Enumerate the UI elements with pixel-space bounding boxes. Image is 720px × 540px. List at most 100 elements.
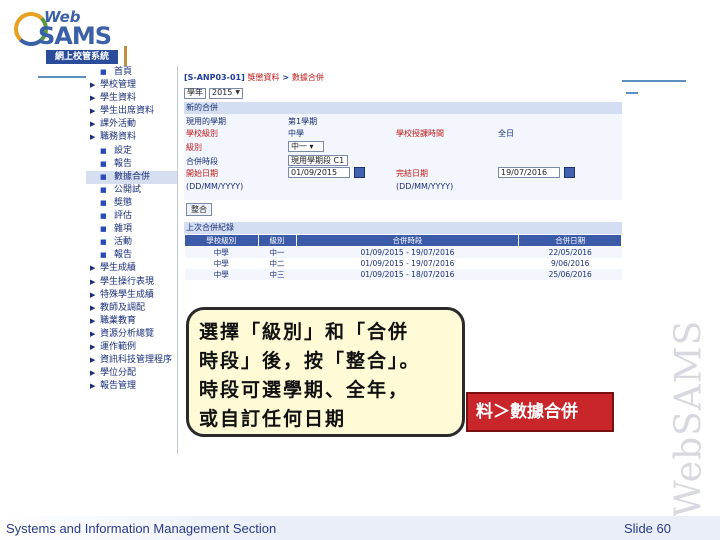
sidebar-item-label: 報告 xyxy=(114,158,133,169)
sidebar-item[interactable]: ■ 數據合併 xyxy=(86,170,177,184)
arrow-right-icon: ▶ xyxy=(90,329,96,338)
sidebar-item[interactable]: ■ 雜項 xyxy=(86,223,177,236)
slide-footer: Systems and Information Management Secti… xyxy=(0,516,720,540)
arrow-right-icon: ▶ xyxy=(90,342,96,351)
merge-form: 現用的學期 第1學期 學校級別 中學 學校授課時間 全日 級別 中一 ▾ 合併時… xyxy=(184,114,622,200)
table-cell: 25/06/2016 xyxy=(518,269,622,280)
bullet-icon: ■ xyxy=(100,251,107,260)
sidebar-item[interactable]: ▶ 學生操行表現 xyxy=(86,276,177,289)
year-label: 學年 xyxy=(187,88,203,97)
table-row: 中學 中三 01/09/2015 - 18/07/2016 25/06/2016 xyxy=(184,269,622,280)
sidebar-item-label: 資訊科技管理程序 xyxy=(100,355,173,366)
year-row: 學年 2015 ▼ xyxy=(184,86,622,100)
sidebar-item[interactable]: ▶ 資源分析總覽 xyxy=(86,328,177,341)
school-level-value: 中學 xyxy=(288,129,304,138)
sidebar-item[interactable]: ■ 設定 xyxy=(86,145,177,158)
table-header-row: 學校級別 級別 合併時段 合併日期 xyxy=(184,234,622,247)
year-label-box: 學年 xyxy=(184,87,206,99)
sidebar-item[interactable]: ▶ 學校管理 xyxy=(86,79,177,92)
history-table: 學校級別 級別 合併時段 合併日期 中學 中一 01/09/2015 - 19/07/20… xyxy=(184,234,622,280)
bullet-icon: ■ xyxy=(100,238,107,247)
table-cell: 9/06/2016 xyxy=(550,259,590,268)
breadcrumb-separator: > xyxy=(282,73,290,82)
callout-line: 或自訂任何日期 xyxy=(199,408,347,430)
instruction-callout: 選擇「級別」和「合併 時段」後，按「整合」。 時段可選學期、全年， 或自訂任何日… xyxy=(186,307,465,437)
slide-number: Slide 60 xyxy=(624,521,671,536)
table-cell[interactable]: 中二 xyxy=(258,258,296,269)
footer-section-name: Systems and Information Management Secti… xyxy=(6,521,277,536)
sidebar-item[interactable]: ▶ 課外活動 xyxy=(86,118,177,131)
breadcrumb-code: [S-ANP03-01] xyxy=(184,73,245,82)
sidebar-item-label: 學生成績 xyxy=(100,263,137,274)
sidebar-item-label: 數據合併 xyxy=(114,171,151,182)
sidebar-item[interactable]: ▶ 特殊學生成績 xyxy=(86,289,177,302)
sidebar-item[interactable]: ■ 獎懲 xyxy=(86,197,177,210)
vertical-brand-watermark: WebSAMS xyxy=(668,318,709,518)
calendar-icon[interactable] xyxy=(564,167,575,178)
merge-period-value: 現用學期段 xyxy=(291,156,331,165)
sidebar-item[interactable]: ▶ 報告管理 xyxy=(86,380,177,393)
table-cell[interactable]: 中一 xyxy=(258,246,296,258)
merge-period-extra: C1 xyxy=(333,156,345,165)
sidebar-menu: ■ 首頁 ▶ 學校管理 ▶ 學生資料 ▶ 學生出席資料 ▶ 課外活動 ▶ 職務資料 ■ 設定 ■ 報告 ■ 數據合… xyxy=(86,66,178,454)
table-header-cell[interactable]: 合併日期 xyxy=(518,234,622,247)
sidebar-item[interactable]: ■ 公開試 xyxy=(86,184,177,197)
sidebar-item-label: 學生出席資料 xyxy=(100,106,155,117)
sidebar-item[interactable]: ▶ 學生資料 xyxy=(86,92,177,105)
table-cell: 22/05/2016 xyxy=(518,246,622,258)
section-header: 新的合併 xyxy=(184,102,622,114)
sidebar-item[interactable]: ■ 報告 xyxy=(86,249,177,262)
start-date-input[interactable]: 01/09/2015 xyxy=(288,167,350,178)
bullet-icon: ■ xyxy=(100,198,107,207)
sidebar-item[interactable]: ▶ 教師及調配 xyxy=(86,302,177,315)
table-header-cell[interactable]: 學校級別 xyxy=(184,234,259,247)
main-panel: [S-ANP03-01] 獎懲資料 > 數據合併 學年 2015 ▼ 新的合併 現… xyxy=(184,72,622,312)
sidebar-item[interactable]: ▶ 學位分配 xyxy=(86,367,177,380)
sidebar-item[interactable]: ■ 活動 xyxy=(86,236,177,249)
sidebar-item-label: 學生操行表現 xyxy=(100,276,155,287)
decorative-line xyxy=(618,80,686,82)
breadcrumb-link[interactable]: 獎懲資料 xyxy=(248,73,280,82)
sidebar-item[interactable]: ▶ 學生成績 xyxy=(86,262,177,275)
end-date-input[interactable]: 19/07/2016 xyxy=(498,167,560,178)
sidebar-item[interactable]: ▶ 職務資料 xyxy=(86,131,177,144)
sidebar-item-label: 設定 xyxy=(114,145,133,156)
history-table-title: 上次合併紀錄 xyxy=(184,222,622,234)
date-format-hint: (DD/MM/YYYY) xyxy=(186,182,244,191)
sidebar-item[interactable]: ▶ 運作範例 xyxy=(86,341,177,354)
decorative-line xyxy=(626,92,638,94)
menu-path-label: 料＞數據合併 xyxy=(466,392,614,432)
table-body: 中學 中一 01/09/2015 - 19/07/2016 22/05/2016 中學中… xyxy=(184,246,622,280)
arrow-right-icon: ▶ xyxy=(90,277,96,286)
school-level-label: 學校級別 xyxy=(186,129,218,138)
bullet-icon: ■ xyxy=(100,225,107,234)
sidebar-item-label: 活動 xyxy=(114,237,133,248)
merge-period-select[interactable]: 現用學期段 C1 xyxy=(288,155,348,166)
class-level-select[interactable]: 中一 ▾ xyxy=(288,141,324,152)
year-select[interactable]: 2015 ▼ xyxy=(209,87,243,99)
sidebar-item[interactable]: ■ 評估 xyxy=(86,210,177,223)
sidebar-item[interactable]: ■ 首頁 xyxy=(86,66,177,79)
merge-button[interactable]: 整合 xyxy=(186,203,212,216)
current-term-value: 第1學期 xyxy=(288,117,318,126)
callout-line: 選擇「級別」和「合併 xyxy=(199,321,410,343)
sidebar-item[interactable]: ■ 報告 xyxy=(86,158,177,171)
table-header-cell[interactable]: 級別 xyxy=(257,234,297,247)
arrow-right-icon: ▶ xyxy=(90,94,96,103)
class-level-label: 級別 xyxy=(186,143,202,152)
merge-period-label: 合併時段 xyxy=(186,157,218,166)
sidebar-item[interactable]: ▶ 學生出席資料 xyxy=(86,105,177,118)
calendar-icon[interactable] xyxy=(354,167,365,178)
table-header-cell[interactable]: 合併時段 xyxy=(295,234,520,247)
sidebar-item-label: 報告 xyxy=(114,250,133,261)
breadcrumb: [S-ANP03-01] 獎懲資料 > 數據合併 xyxy=(184,72,622,84)
table-cell: 中學 xyxy=(184,269,259,280)
sidebar-item[interactable]: ▶ 職業教育 xyxy=(86,315,177,328)
table-cell[interactable]: 中三 xyxy=(258,269,296,280)
logo-subtitle: 網上校管系統 xyxy=(46,50,118,64)
sidebar-item[interactable]: ▶ 資訊科技管理程序 xyxy=(86,354,177,367)
table-row: 中學 中一 01/09/2015 - 19/07/2016 22/05/2016 xyxy=(184,246,622,258)
sidebar-item-label: 學位分配 xyxy=(100,368,137,379)
decorative-line xyxy=(38,76,88,78)
sidebar-item-label: 報告管理 xyxy=(100,381,137,392)
